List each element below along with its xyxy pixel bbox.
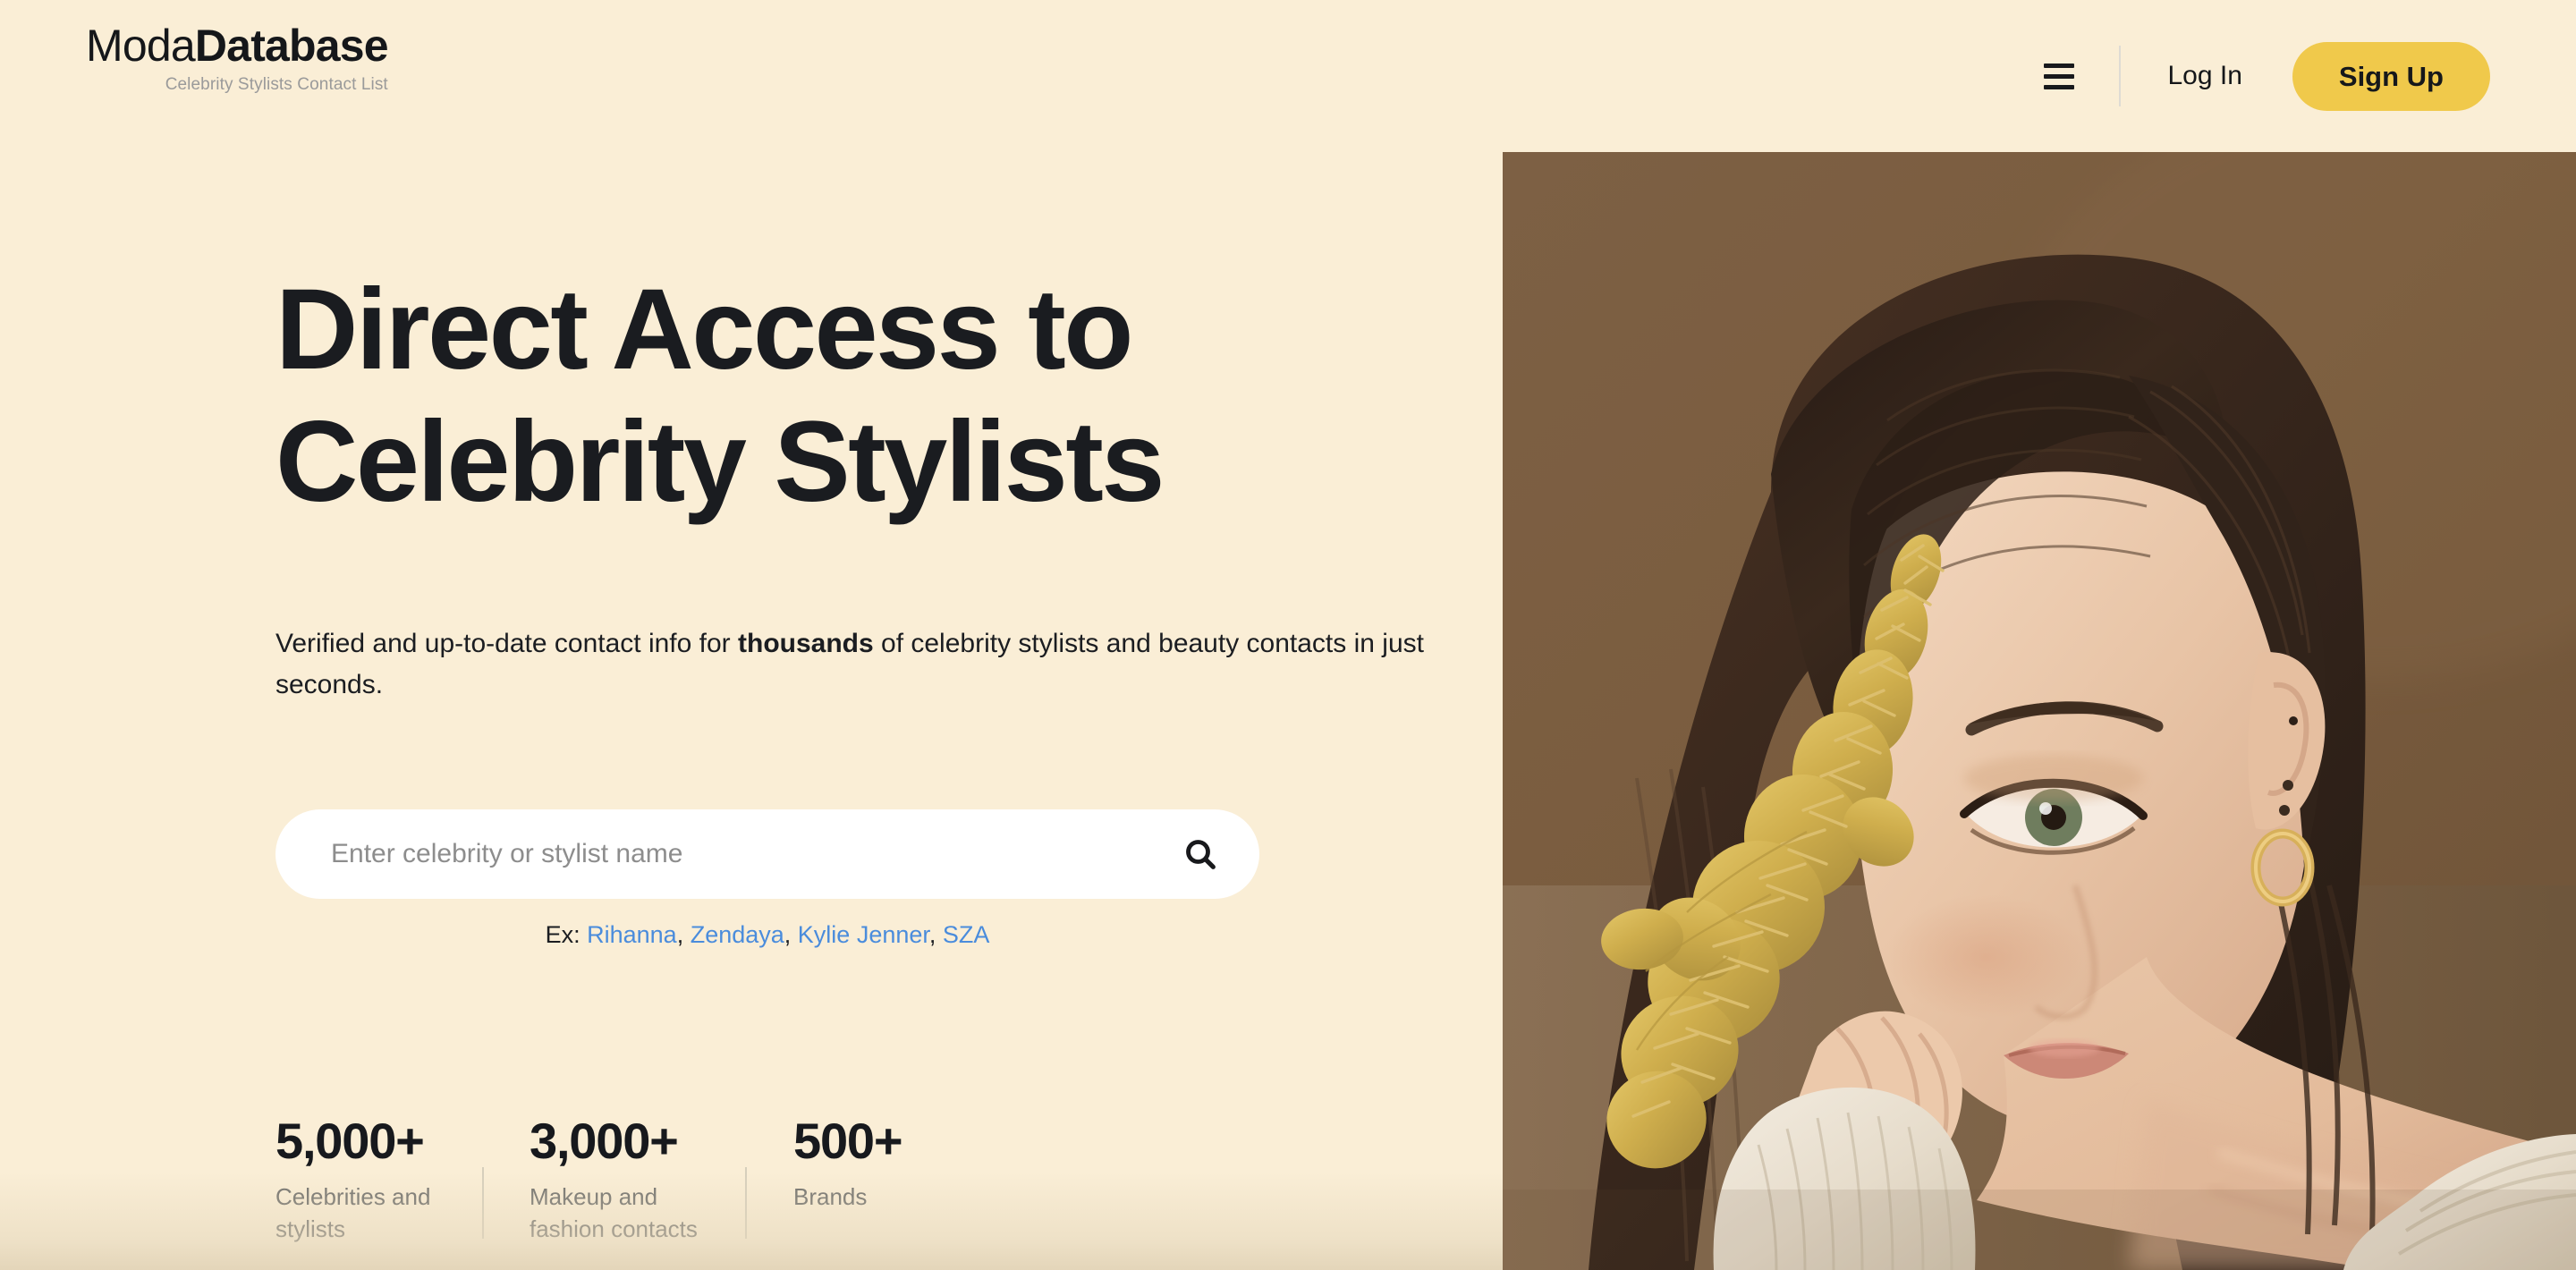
hamburger-bar (2044, 63, 2075, 68)
login-link[interactable]: Log In (2167, 61, 2241, 91)
stat-value: 500+ (793, 1113, 903, 1169)
search-area (275, 809, 1259, 899)
search-box[interactable] (275, 809, 1259, 899)
hero-image (1503, 152, 2576, 1270)
site-logo[interactable]: ModaDatabase Celebrity Stylists Contact … (86, 21, 389, 95)
example-link-zendaya[interactable]: Zendaya (691, 921, 784, 948)
header-divider (2119, 46, 2122, 106)
hero-subheading-emphasis: thousands (738, 629, 874, 658)
stat-label: Brands (793, 1182, 868, 1210)
page-title: Direct Access to Celebrity Stylists (275, 266, 1165, 527)
logo-text-light: Moda (86, 21, 196, 71)
signup-button[interactable]: Sign Up (2292, 41, 2490, 111)
stat-value: 5,000+ (275, 1113, 425, 1169)
hamburger-menu-icon[interactable] (2038, 55, 2080, 97)
stat-divider (745, 1167, 747, 1239)
hamburger-bar (2044, 73, 2075, 79)
hero-subheading-part1: Verified and up-to-date contact info for (275, 629, 738, 658)
example-searches: Ex: Rihanna, Zendaya, Kylie Jenner, SZA (275, 921, 1259, 949)
logo-text-bold: Database (194, 21, 389, 71)
examples-label: Ex: (545, 921, 580, 948)
examples-separator: , (784, 921, 798, 948)
examples-links: Rihanna, Zendaya, Kylie Jenner, SZA (587, 921, 989, 948)
landing-page: ModaDatabase Celebrity Stylists Contact … (0, 0, 2576, 1270)
example-link-rihanna[interactable]: Rihanna (587, 921, 677, 948)
site-header: ModaDatabase Celebrity Stylists Contact … (0, 0, 2576, 152)
stat-brands: 500+ Brands (793, 1113, 903, 1214)
hamburger-bar (2044, 84, 2075, 89)
example-link-kylie-jenner[interactable]: Kylie Jenner (798, 921, 929, 948)
stat-value: 3,000+ (530, 1113, 679, 1169)
logo-wordmark: ModaDatabase (86, 21, 389, 71)
stats-row: 5,000+ Celebrities and stylists 3,000+ M… (275, 1113, 903, 1245)
examples-separator: , (676, 921, 691, 948)
stat-label: Celebrities and stylists (275, 1182, 431, 1242)
stat-label: Makeup and fashion contacts (530, 1182, 698, 1242)
header-actions: Log In Sign Up (2038, 0, 2490, 152)
example-link-sza[interactable]: SZA (943, 921, 990, 948)
logo-tagline: Celebrity Stylists Contact List (165, 75, 388, 94)
examples-separator: , (928, 921, 943, 948)
stat-contacts: 3,000+ Makeup and fashion contacts (530, 1113, 745, 1245)
stat-divider (482, 1167, 484, 1239)
search-icon[interactable] (1161, 809, 1259, 899)
stat-celebrities: 5,000+ Celebrities and stylists (275, 1113, 482, 1245)
hero-content: Direct Access to Celebrity Stylists Veri… (0, 152, 1503, 1270)
hero-subheading: Verified and up-to-date contact info for… (275, 623, 1429, 706)
search-input[interactable] (275, 809, 1161, 899)
